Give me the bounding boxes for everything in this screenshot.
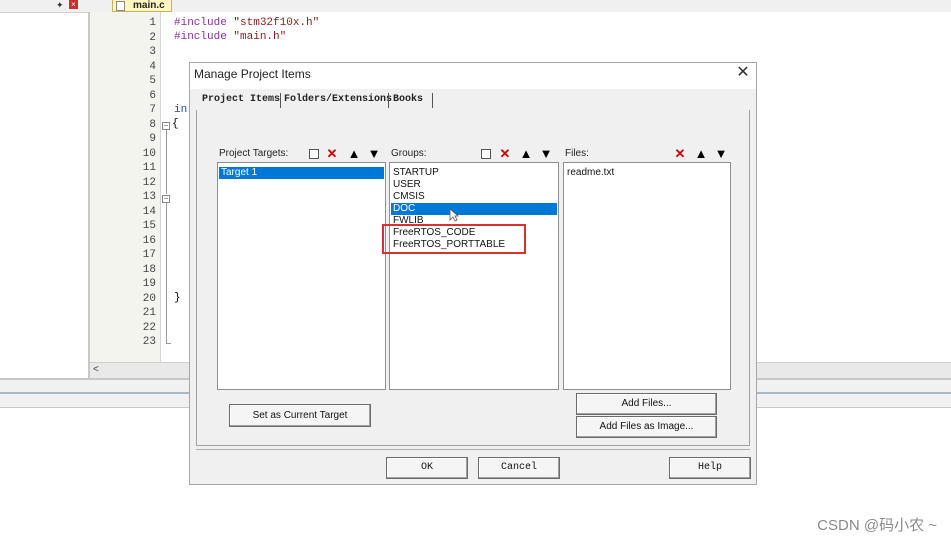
line-number: 14 <box>142 205 156 218</box>
move-target-up-button[interactable]: ▲ <box>346 146 362 162</box>
fold-guide <box>166 203 167 343</box>
new-target-button[interactable] <box>306 146 322 162</box>
tab-separator <box>432 93 433 108</box>
line-number: 13 <box>142 191 156 203</box>
line-number: 11 <box>142 162 156 174</box>
line-number: 5 <box>149 75 156 87</box>
add-files-as-image-button[interactable]: Add Files as Image... <box>576 416 717 438</box>
groups-label: Groups: <box>391 148 427 159</box>
line-number: 9 <box>149 133 156 145</box>
mouse-pointer-icon <box>449 208 459 222</box>
code-string: "stm32f10x.h" <box>233 17 320 29</box>
project-targets-label: Project Targets: <box>219 148 289 159</box>
set-as-current-target-button[interactable]: Set as Current Target <box>229 404 371 427</box>
line-number: 16 <box>142 234 156 247</box>
file-icon <box>116 1 125 11</box>
close-panel-icon[interactable]: × <box>69 0 78 9</box>
line-number: 3 <box>149 46 156 58</box>
line-number: 7 <box>149 104 156 116</box>
close-icon[interactable]: ✕ <box>736 64 750 82</box>
list-item-target[interactable]: Target 1 <box>219 167 384 179</box>
code-line-8: { <box>172 118 179 130</box>
dialog-divider <box>196 449 750 450</box>
list-item-group-selected[interactable]: DOC <box>391 203 557 215</box>
fold-guide-end <box>166 343 171 344</box>
line-number: 18 <box>142 263 156 276</box>
line-number: 12 <box>142 176 156 189</box>
project-toolbar-strip: ✦ × <box>0 0 88 12</box>
fold-guide <box>166 130 167 194</box>
line-number: 10 <box>142 147 156 160</box>
fold-collapse-icon[interactable]: − <box>162 122 170 130</box>
line-number: 22 <box>142 321 156 334</box>
list-item-file[interactable]: readme.txt <box>565 167 729 179</box>
list-item-group[interactable]: USER <box>391 179 557 191</box>
delete-file-button[interactable]: ✕ <box>672 146 688 162</box>
line-number: 15 <box>142 220 156 232</box>
dialog-title: Manage Project Items <box>194 67 311 81</box>
arrow-up-icon: ▲ <box>347 146 361 161</box>
delete-icon: ✕ <box>326 146 338 161</box>
code-string: "main.h" <box>233 31 287 43</box>
tab-folders-extensions[interactable]: Folders/Extensions <box>284 90 392 110</box>
code-keyword: #include <box>174 17 227 29</box>
move-group-up-button[interactable]: ▲ <box>518 146 534 162</box>
line-number: 17 <box>142 249 156 261</box>
line-number: 21 <box>142 307 156 319</box>
new-item-icon <box>309 149 319 159</box>
cancel-button[interactable]: Cancel <box>478 457 560 479</box>
scroll-left-icon[interactable]: < <box>93 364 99 375</box>
code-keyword: #include <box>174 31 227 43</box>
new-item-icon <box>481 149 491 159</box>
line-number: 8 <box>149 118 156 131</box>
arrow-up-icon: ▲ <box>519 146 533 161</box>
arrow-down-icon: ▼ <box>714 146 728 161</box>
code-line-1: #include "stm32f10x.h" <box>174 17 319 29</box>
watermark-text: CSDN @码小农 ~ <box>817 517 937 534</box>
tab-separator <box>388 93 389 108</box>
editor-tab-label: main.c <box>133 0 165 11</box>
line-number: 20 <box>142 292 156 305</box>
delete-target-button[interactable]: ✕ <box>324 146 340 162</box>
line-number: 2 <box>149 31 156 44</box>
line-number: 1 <box>149 17 156 29</box>
delete-group-button[interactable]: ✕ <box>497 146 513 162</box>
move-file-up-button[interactable]: ▲ <box>693 146 709 162</box>
fold-collapse-icon[interactable]: − <box>162 195 170 203</box>
tab-project-items[interactable]: Project Items <box>202 90 280 110</box>
arrow-down-icon: ▼ <box>367 146 381 161</box>
move-file-down-button[interactable]: ▼ <box>713 146 729 162</box>
annotation-highlight-box <box>382 224 526 254</box>
project-targets-listbox[interactable] <box>217 145 386 390</box>
move-target-down-button[interactable]: ▼ <box>366 146 382 162</box>
ok-button[interactable]: OK <box>386 457 468 479</box>
new-group-button[interactable] <box>478 146 494 162</box>
move-group-down-button[interactable]: ▼ <box>538 146 554 162</box>
line-number: 4 <box>149 60 156 73</box>
files-listbox[interactable] <box>563 145 731 390</box>
files-label: Files: <box>565 148 589 159</box>
list-item-group[interactable]: CMSIS <box>391 191 557 203</box>
help-button[interactable]: Help <box>669 457 751 479</box>
delete-icon: ✕ <box>499 146 511 161</box>
code-line-7: in <box>174 104 188 116</box>
add-files-button[interactable]: Add Files... <box>576 393 717 415</box>
gutter-divider <box>160 12 161 362</box>
tab-books[interactable]: Books <box>393 90 423 110</box>
line-number: 23 <box>142 336 156 348</box>
list-item-group[interactable]: STARTUP <box>391 167 557 179</box>
arrow-up-icon: ▲ <box>694 146 708 161</box>
delete-icon: ✕ <box>674 146 686 161</box>
arrow-down-icon: ▼ <box>539 146 553 161</box>
code-line-20: } <box>174 292 181 304</box>
code-line-2: #include "main.h" <box>174 31 286 43</box>
line-number: 6 <box>149 89 156 102</box>
line-number: 19 <box>142 278 156 290</box>
tab-separator <box>280 93 281 108</box>
pin-icon[interactable]: ✦ <box>56 0 64 11</box>
